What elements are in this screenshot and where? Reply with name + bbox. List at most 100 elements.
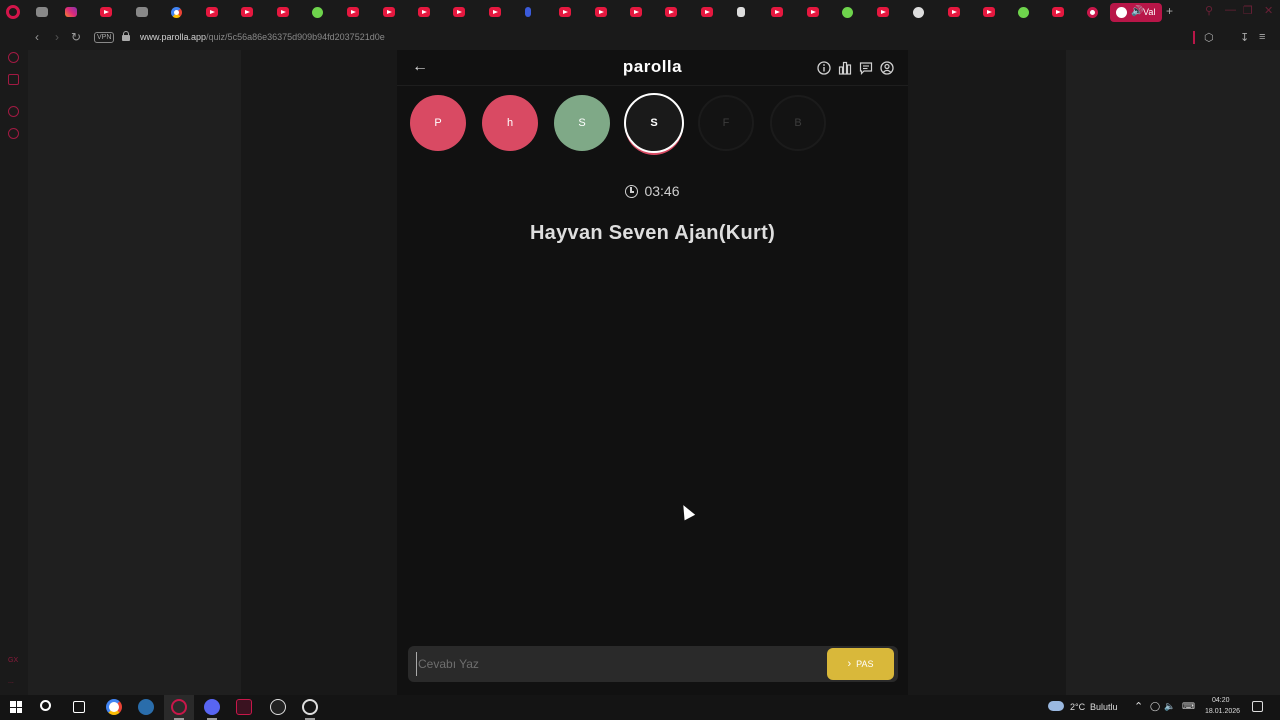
opera-logo-icon[interactable]	[6, 5, 20, 19]
weather-desc[interactable]: Bulutlu	[1090, 702, 1118, 712]
weather-temp[interactable]: 2°C	[1070, 702, 1085, 712]
tab-google-icon[interactable]	[171, 7, 182, 18]
close-icon[interactable]: ✕	[1264, 4, 1273, 17]
tab-youtube-icon[interactable]	[559, 7, 571, 17]
notifications-icon[interactable]	[1252, 701, 1263, 712]
tab-youtube-icon[interactable]	[1052, 7, 1064, 17]
browser-tab-strip: 🔊 Val + ⚲ — ❐ ✕	[0, 0, 1280, 25]
tab-youtube-icon[interactable]	[347, 7, 359, 17]
url-domain: www.parolla.app	[140, 32, 207, 42]
chevron-right-icon: ›	[847, 658, 852, 670]
right-gutter	[908, 50, 1066, 695]
history-icon[interactable]	[8, 128, 19, 139]
volume-icon[interactable]: 🔈	[1164, 701, 1175, 712]
downloads-icon[interactable]: ↧	[1240, 31, 1249, 44]
clock-time[interactable]: 04:20	[1212, 697, 1230, 704]
speaker-icon[interactable]: 🔊	[1131, 6, 1143, 17]
back-icon[interactable]: ‹	[35, 30, 39, 44]
forward-icon[interactable]: ›	[55, 30, 59, 44]
letter-circle: h	[482, 95, 538, 151]
tab-youtube-icon[interactable]	[383, 7, 395, 17]
letter-char: h	[506, 117, 514, 129]
tab-steam-icon[interactable]	[136, 7, 148, 17]
maximize-icon[interactable]: ❐	[1243, 4, 1253, 17]
tab-youtube-icon[interactable]	[948, 7, 960, 17]
extensions-icon[interactable]: ⬡	[1204, 31, 1214, 44]
tab-youtube-icon[interactable]	[489, 7, 501, 17]
letter-circle: B	[770, 95, 826, 151]
gx-label[interactable]: GX	[8, 657, 18, 664]
tab-youtube-icon[interactable]	[418, 7, 430, 17]
tab-refresh-site-icon[interactable]	[842, 7, 853, 18]
minimize-icon[interactable]: —	[1225, 4, 1236, 16]
snap-indicator	[1193, 31, 1195, 44]
tab-record-icon[interactable]	[1087, 7, 1098, 18]
weather-icon[interactable]	[1048, 701, 1064, 711]
tab-game-icon[interactable]	[36, 7, 48, 17]
question-text: Hayvan Seven Ajan(Kurt)	[529, 222, 776, 244]
tab-youtube-icon[interactable]	[277, 7, 289, 17]
reload-icon[interactable]: ↻	[71, 30, 81, 44]
letter-circles: P h S S F B	[410, 93, 890, 155]
timer-value: 03:46	[644, 183, 680, 199]
active-tab[interactable]: 🔊 Val	[1110, 3, 1162, 22]
answer-input[interactable]	[416, 652, 821, 676]
chrome-app-icon[interactable]	[106, 699, 122, 715]
tab-youtube-icon[interactable]	[983, 7, 995, 17]
valorant-app-icon[interactable]	[236, 699, 252, 715]
tab-youtube-icon[interactable]	[807, 7, 819, 17]
tab-youtube-icon[interactable]	[630, 7, 642, 17]
tab-instagram-icon[interactable]	[65, 7, 77, 17]
task-view-icon[interactable]	[73, 701, 85, 713]
stats-icon[interactable]	[838, 61, 852, 75]
tab-youtube-icon[interactable]	[771, 7, 783, 17]
pass-button[interactable]: › PAS	[827, 648, 894, 680]
app-icon[interactable]	[270, 699, 286, 715]
parolla-app: ← parolla P h S S F B 03:46 Hayvan Seven…	[397, 50, 908, 695]
letter-circle: P	[410, 95, 466, 151]
tab-youtube-icon[interactable]	[665, 7, 677, 17]
taskbar: 2°C Bulutlu ⌃ ◯ 🔈 ⌨ 04:20 18.01.2026	[0, 695, 1280, 720]
tab-youtube-icon[interactable]	[453, 7, 465, 17]
discord-app-icon[interactable]	[204, 699, 220, 715]
address-bar: ‹ › ↻ VPN www.parolla.app/quiz/5c56a86e3…	[0, 25, 1280, 50]
search-tabs-icon[interactable]: ⚲	[1205, 4, 1213, 17]
tab-youtube-icon[interactable]	[877, 7, 889, 17]
tab-refresh-site-icon[interactable]	[1018, 7, 1029, 18]
tab-youtube-icon[interactable]	[206, 7, 218, 17]
keyboard-icon[interactable]: ⌨	[1182, 701, 1195, 712]
tab-youtube-icon[interactable]	[100, 7, 112, 17]
clock-date[interactable]: 18.01.2026	[1205, 708, 1240, 715]
obs-app-icon[interactable]	[302, 699, 318, 715]
tab-refresh-site-icon[interactable]	[312, 7, 323, 18]
active-tab-label: Val	[1143, 7, 1156, 17]
letter-char: B	[794, 117, 802, 129]
menu-icon[interactable]: ≡	[1259, 31, 1265, 43]
tab-site-icon[interactable]	[525, 7, 531, 17]
search-icon[interactable]	[40, 700, 51, 711]
speed-dial-icon[interactable]	[8, 52, 19, 63]
steam-app-icon[interactable]	[138, 699, 154, 715]
tab-youtube-icon[interactable]	[701, 7, 713, 17]
new-tab-icon[interactable]: +	[1166, 4, 1173, 18]
tray-chevron-up-icon[interactable]: ⌃	[1134, 700, 1143, 713]
clock-icon	[625, 185, 639, 198]
record-icon	[1116, 7, 1127, 18]
info-icon[interactable]	[817, 61, 831, 75]
player-icon[interactable]	[8, 106, 19, 117]
vpn-badge[interactable]: VPN	[94, 32, 115, 43]
bag-icon[interactable]	[8, 74, 19, 85]
pass-label: PAS	[856, 659, 874, 669]
tab-youtube-icon[interactable]	[241, 7, 253, 17]
tab-site-icon[interactable]	[737, 7, 745, 17]
opera-gx-app-icon[interactable]	[171, 699, 187, 715]
tab-film-icon[interactable]	[913, 7, 924, 18]
comments-icon[interactable]	[859, 61, 873, 75]
url-field[interactable]: www.parolla.app/quiz/5c56a86e36375d909b9…	[140, 32, 385, 42]
tab-youtube-icon[interactable]	[595, 7, 607, 17]
sidebar-more-icon[interactable]: ...	[8, 678, 14, 685]
user-icon[interactable]	[880, 61, 894, 75]
network-icon[interactable]: ◯	[1150, 701, 1160, 712]
windows-start-icon[interactable]	[10, 701, 22, 713]
lock-icon[interactable]	[122, 31, 130, 41]
